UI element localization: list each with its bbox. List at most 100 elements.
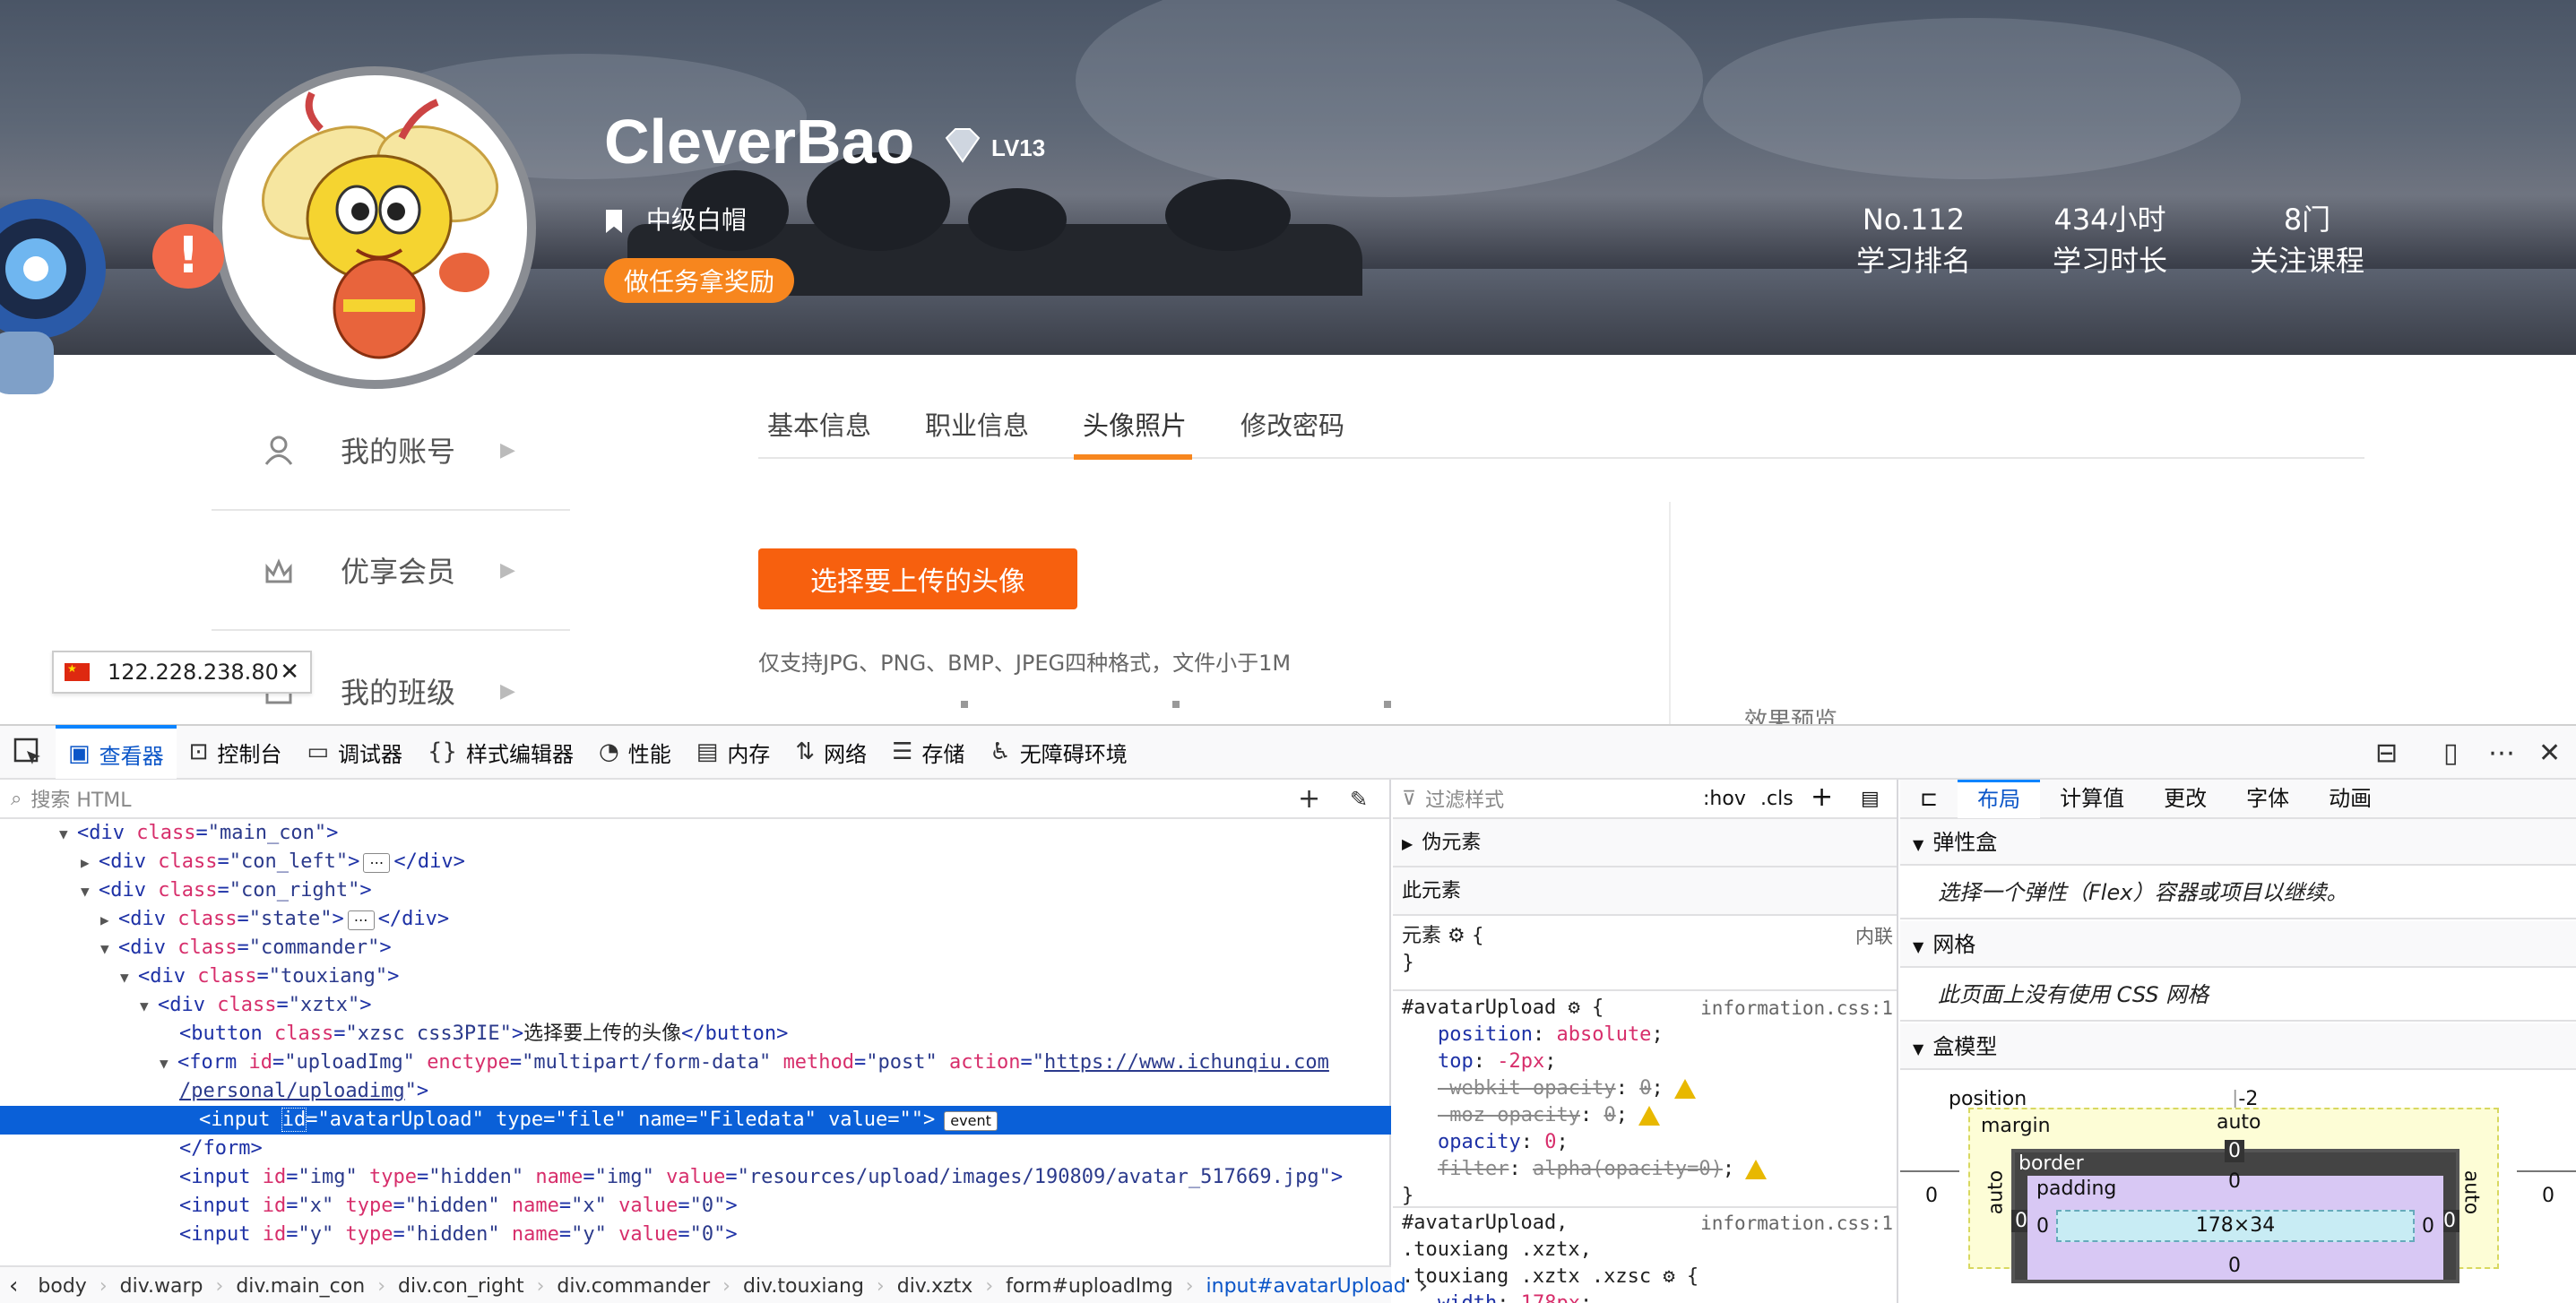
breadcrumb-item[interactable]: div.warp — [120, 1275, 203, 1298]
breadcrumb-item[interactable]: div.con_right — [398, 1275, 524, 1298]
tab-memory[interactable]: ▤ 内存 — [684, 725, 783, 779]
event-badge[interactable]: event — [944, 1111, 998, 1131]
margin-left-value[interactable]: auto — [1984, 1170, 2007, 1215]
css-property-name[interactable]: -moz-opacity — [1438, 1104, 1580, 1126]
css-declaration[interactable]: -webkit-opacity: 0; — [1402, 1075, 1897, 1102]
margin-right-value[interactable]: auto — [2460, 1170, 2483, 1215]
pseudo-elements-header[interactable]: ▶ 伪元素 — [1393, 819, 1897, 867]
css-declaration[interactable]: opacity: 0; — [1402, 1129, 1897, 1156]
tree-node-selected[interactable]: <input id="avatarUpload" type="file" nam… — [0, 1106, 1391, 1135]
breadcrumb-item-current[interactable]: input#avatarUpload — [1206, 1275, 1406, 1298]
css-declaration[interactable]: top: -2px; — [1402, 1048, 1897, 1075]
print-media-icon[interactable]: ▤ — [1861, 788, 1880, 810]
tree-node[interactable]: <input id="x" type="hidden" name="x" val… — [179, 1192, 738, 1221]
css-property-value[interactable]: alpha(opacity=0) — [1533, 1158, 1723, 1180]
tab-animations[interactable]: 动画 — [2309, 780, 2391, 818]
css-property-name[interactable]: filter — [1438, 1158, 1508, 1180]
padding-left-value[interactable]: 0 — [2036, 1215, 2049, 1238]
tab-performance[interactable]: ◔ 性能 — [586, 725, 684, 779]
tree-node[interactable]: ▼ <div class="commander"> — [100, 934, 392, 962]
tab-computed[interactable]: 计算值 — [2040, 780, 2144, 818]
tree-node[interactable]: </form> — [179, 1135, 263, 1163]
css-property-value[interactable]: -2px — [1497, 1050, 1544, 1073]
style-filter-bar[interactable]: ⊽ 过滤样式 :hov .cls + ▤ — [1393, 780, 1897, 819]
css-property-value[interactable]: 178px — [1521, 1292, 1580, 1303]
style-filter-input[interactable]: 过滤样式 — [1425, 784, 1504, 813]
padding-right-value[interactable]: 0 — [2422, 1215, 2434, 1238]
breadcrumb-item[interactable]: div.xztx — [897, 1275, 973, 1298]
breadcrumb-item[interactable]: div.main_con — [236, 1275, 365, 1298]
sidebar-item-account[interactable]: 我的账号 ▶ — [212, 391, 570, 511]
touxiang-rule[interactable]: #avatarUpload, information.css:1 .touxian… — [1393, 1210, 1897, 1303]
css-property-name[interactable]: position — [1438, 1023, 1533, 1046]
tab-console[interactable]: ⊡ 控制台 — [177, 725, 295, 779]
tab-changes[interactable]: 更改 — [2144, 780, 2226, 818]
sidebar-item-vip[interactable]: 优享会员 ▶ — [212, 511, 570, 631]
tree-node[interactable]: ▼ <div class="main_con"> — [59, 819, 338, 848]
tree-node[interactable]: ▼ <div class="xztx"> — [140, 991, 371, 1020]
position-right-value[interactable]: 0 — [2542, 1185, 2554, 1207]
element-picker-button[interactable] — [0, 725, 56, 779]
tab-accessibility[interactable]: ♿ 无障碍环境 — [977, 725, 1139, 779]
breadcrumb-item[interactable]: form#uploadImg — [1006, 1275, 1173, 1298]
warning-icon[interactable] — [1638, 1106, 1660, 1126]
breadcrumb-item[interactable]: div.commander — [557, 1275, 710, 1298]
rule-source-link[interactable]: information.css:1 — [1700, 1210, 1893, 1237]
css-property-value[interactable]: 0 — [1544, 1131, 1556, 1153]
tab-fonts[interactable]: 字体 — [2226, 780, 2309, 818]
alert-bubble[interactable]: ! — [152, 224, 224, 289]
responsive-design-icon[interactable]: ▯ — [2443, 726, 2459, 780]
tab-career-info[interactable]: 职业信息 — [925, 405, 1029, 443]
tab-style-editor[interactable]: {} 样式编辑器 — [415, 725, 586, 779]
html-search-input[interactable]: 搜索 HTML — [30, 784, 131, 813]
tree-node[interactable]: /personal/uploadimg"> — [179, 1077, 428, 1106]
crop-handle[interactable] — [1172, 701, 1180, 708]
cls-toggle[interactable]: .cls — [1760, 788, 1794, 810]
tree-node[interactable]: <input id="img" type="hidden" name="img"… — [179, 1163, 1343, 1192]
css-property-name[interactable]: top — [1438, 1050, 1474, 1073]
tree-node[interactable]: ▶ <div class="state"> ⋯ </div> — [100, 905, 449, 934]
tree-node[interactable]: ▼ <div class="touxiang"> — [120, 962, 399, 991]
css-declaration[interactable]: position: absolute; — [1402, 1022, 1897, 1048]
position-left-value[interactable]: 0 — [1925, 1185, 1938, 1207]
avatarupload-rule[interactable]: #avatarUpload ⚙ {information.css:1 posit… — [1393, 995, 1897, 1210]
tab-debugger[interactable]: ▭ 调试器 — [294, 725, 415, 779]
close-devtools-icon[interactable]: ✕ — [2538, 726, 2561, 780]
tab-avatar-photo[interactable]: 头像照片 — [1083, 405, 1187, 443]
content-size[interactable]: 178×34 — [2196, 1214, 2275, 1237]
crop-handle[interactable] — [961, 701, 968, 708]
rule-source-link[interactable]: information.css:1 — [1700, 995, 1893, 1022]
tab-change-password[interactable]: 修改密码 — [1240, 405, 1344, 443]
tab-inspector[interactable]: ▣ 查看器 — [56, 725, 177, 779]
box-model-header[interactable]: ▼ 盒模型 — [1900, 1023, 2576, 1070]
close-icon[interactable]: ✕ — [280, 659, 299, 686]
tree-node[interactable]: ▼ <div class="con_right"> — [81, 876, 372, 905]
eyedropper-icon[interactable]: ✎ — [1350, 787, 1368, 812]
tab-network[interactable]: ⇅ 网络 — [782, 725, 879, 779]
warning-icon[interactable] — [1745, 1160, 1768, 1179]
flexbox-header[interactable]: ▼ 弹性盒 — [1900, 819, 2576, 866]
chevron-left-icon[interactable]: ‹ — [9, 1273, 18, 1299]
tab-layout[interactable]: 布局 — [1958, 780, 2041, 818]
warning-icon[interactable] — [1673, 1079, 1696, 1099]
margin-top-value[interactable]: auto — [2217, 1111, 2261, 1134]
html-search-bar[interactable]: ⌕ 搜索 HTML + ✎ — [0, 780, 1389, 819]
grid-header[interactable]: ▼ 网格 — [1900, 921, 2576, 968]
tab-basic-info[interactable]: 基本信息 — [767, 405, 871, 443]
css-declaration[interactable]: -moz-opacity: 0; — [1402, 1102, 1897, 1129]
add-node-icon[interactable]: + — [1298, 783, 1320, 815]
tree-node[interactable]: ▼ <form id="uploadImg" enctype="multipart… — [160, 1048, 1329, 1077]
css-property-value[interactable]: 0 — [1639, 1077, 1651, 1100]
css-property-name[interactable]: width — [1438, 1292, 1497, 1303]
tree-node[interactable]: ▶ <div class="con_left"> ⋯ </div> — [81, 848, 465, 876]
dock-layout-icon[interactable]: ⊟ — [2375, 726, 2398, 780]
breadcrumb-item[interactable]: div.touxiang — [743, 1275, 864, 1298]
crop-handle[interactable] — [1384, 701, 1391, 708]
css-property-value[interactable]: 0 — [1604, 1104, 1615, 1126]
task-reward-button[interactable]: 做任务拿奖励 — [604, 258, 794, 303]
element-rule[interactable]: 元素 ⚙ { 内联 } — [1393, 923, 1897, 977]
upload-avatar-button[interactable]: 选择要上传的头像 — [758, 548, 1077, 609]
breadcrumb-item[interactable]: body — [38, 1275, 86, 1298]
css-property-name[interactable]: -webkit-opacity — [1438, 1077, 1616, 1100]
tree-node[interactable]: <button class="xzsc css3PIE">选择要上传的头像</b… — [179, 1020, 788, 1048]
